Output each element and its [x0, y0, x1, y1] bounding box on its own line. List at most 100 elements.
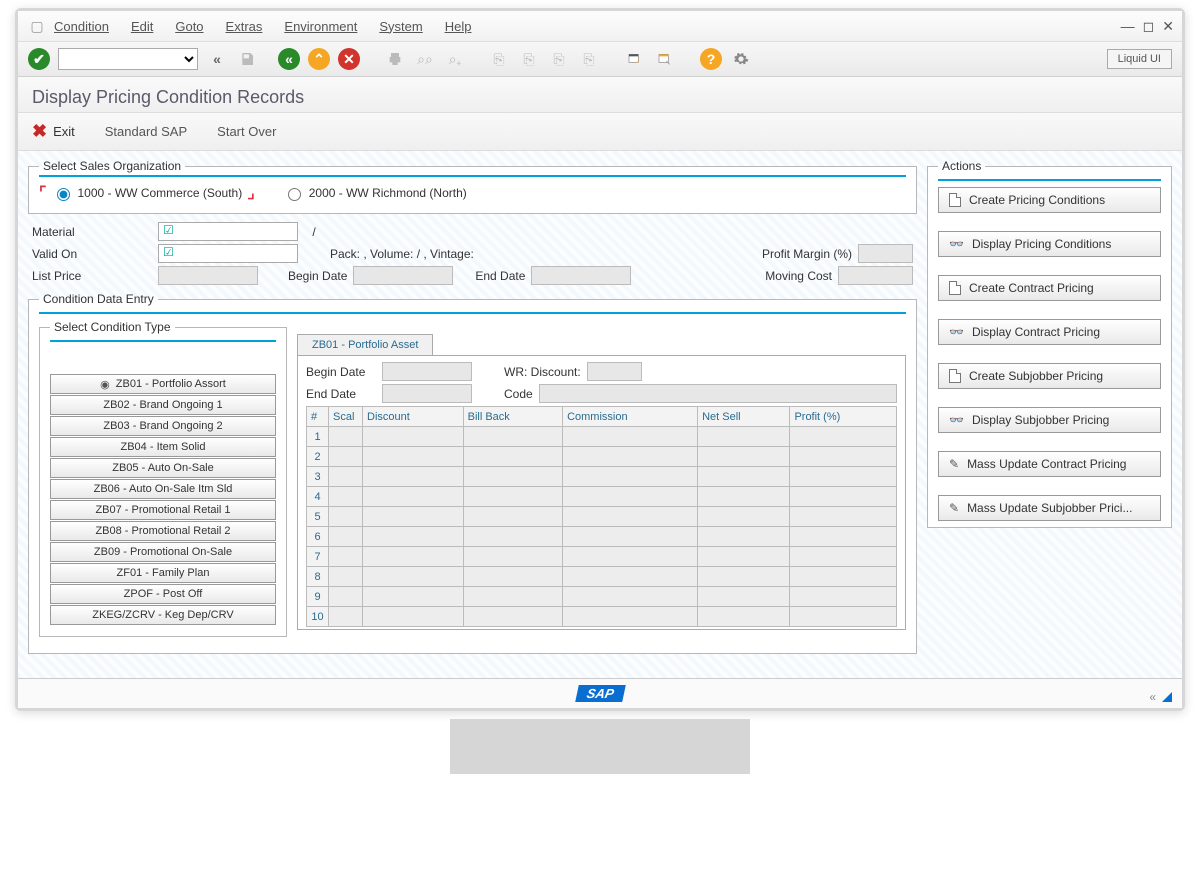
action-label: Create Subjobber Pricing — [969, 369, 1103, 383]
glasses-icon: 👓 — [949, 237, 964, 251]
menu-environment[interactable]: Environment — [284, 19, 357, 34]
condition-type-zb09[interactable]: ZB09 - Promotional On-Sale — [50, 542, 276, 562]
grid-col--[interactable]: # — [307, 407, 329, 427]
menu-extras[interactable]: Extras — [226, 19, 263, 34]
moving-cost-output — [838, 266, 913, 285]
screen-title: Display Pricing Condition Records — [18, 77, 1182, 113]
condition-type-zb07[interactable]: ZB07 - Promotional Retail 1 — [50, 500, 276, 520]
document-icon — [949, 193, 961, 207]
grid-col-scal[interactable]: Scal — [329, 407, 363, 427]
sales-org-1000-radio[interactable] — [57, 188, 70, 201]
grid-row[interactable]: 9 — [307, 587, 897, 607]
app-window: ▢ Condition Edit Goto Extras Environment… — [15, 8, 1185, 711]
action-label: Display Contract Pricing — [972, 325, 1100, 339]
condition-type-zb03[interactable]: ZB03 - Brand Ongoing 2 — [50, 416, 276, 436]
condition-type-zb05[interactable]: ZB05 - Auto On-Sale — [50, 458, 276, 478]
save-icon[interactable] — [236, 48, 258, 70]
grid-row[interactable]: 5 — [307, 507, 897, 527]
action-label: Create Pricing Conditions — [969, 193, 1105, 207]
actions-group: Actions Create Pricing Conditions👓Displa… — [927, 159, 1172, 528]
menu-help[interactable]: Help — [445, 19, 472, 34]
moving-cost-label: Moving Cost — [765, 269, 832, 283]
entry-end-label: End Date — [306, 387, 376, 401]
statusbar: SAP « — [18, 678, 1182, 708]
shortcut-icon[interactable] — [654, 48, 676, 70]
page-next-icon[interactable]: ⎘ — [548, 48, 570, 70]
settings-icon[interactable] — [730, 48, 752, 70]
grid-row[interactable]: 8 — [307, 567, 897, 587]
entry-begin-input[interactable] — [382, 362, 472, 381]
condition-type-zb02[interactable]: ZB02 - Brand Ongoing 1 — [50, 395, 276, 415]
sap-logo: SAP — [575, 685, 625, 702]
close-button[interactable]: ✕ — [1162, 18, 1174, 35]
liquid-ui-button[interactable]: Liquid UI — [1107, 49, 1172, 69]
action-mass-update-contract-pricing[interactable]: ✎Mass Update Contract Pricing — [938, 451, 1161, 477]
action-mass-update-subjobber-prici-[interactable]: ✎Mass Update Subjobber Prici... — [938, 495, 1161, 521]
valid-on-input[interactable]: ☑ — [158, 244, 298, 263]
entry-code-input[interactable] — [539, 384, 897, 403]
grid-row[interactable]: 2 — [307, 447, 897, 467]
back-icon[interactable]: « — [278, 48, 300, 70]
condition-tab[interactable]: ZB01 - Portfolio Asset — [297, 334, 433, 355]
condition-type-zb06[interactable]: ZB06 - Auto On-Sale Itm Sld — [50, 479, 276, 499]
sales-org-2000-radio[interactable] — [288, 188, 301, 201]
action-display-pricing-conditions[interactable]: 👓Display Pricing Conditions — [938, 231, 1161, 257]
help-icon[interactable]: ? — [700, 48, 722, 70]
condition-type-zb01[interactable]: ZB01 - Portfolio Assort — [50, 374, 276, 394]
profit-margin-label: Profit Margin (%) — [762, 247, 852, 261]
standard-sap-button[interactable]: Standard SAP — [105, 124, 187, 139]
expand-chevrons-icon[interactable]: « — [1149, 690, 1156, 704]
grid-row[interactable]: 3 — [307, 467, 897, 487]
grid-row[interactable]: 4 — [307, 487, 897, 507]
page-first-icon[interactable]: ⎘ — [488, 48, 510, 70]
begin-date-label: Begin Date — [288, 269, 347, 283]
grid-row[interactable]: 1 — [307, 427, 897, 447]
grid-col-discount[interactable]: Discount — [363, 407, 464, 427]
monitor-stand — [450, 719, 750, 774]
page-prev-icon[interactable]: ⎘ — [518, 48, 540, 70]
condition-type-zb04[interactable]: ZB04 - Item Solid — [50, 437, 276, 457]
page-last-icon[interactable]: ⎘ — [578, 48, 600, 70]
cancel-icon[interactable]: ✕ — [338, 48, 360, 70]
grid-row[interactable]: 7 — [307, 547, 897, 567]
resize-grip-icon[interactable] — [1162, 692, 1172, 702]
material-input[interactable]: ☑ — [158, 222, 298, 241]
back-chevrons-icon[interactable]: « — [206, 48, 228, 70]
entry-grid[interactable]: #ScalDiscountBill BackCommissionNet Sell… — [306, 406, 897, 627]
exit-button[interactable]: ✖ Exit — [32, 121, 75, 142]
print-icon[interactable] — [384, 48, 406, 70]
minimize-button[interactable]: — — [1121, 18, 1135, 35]
maximize-button[interactable]: ◻ — [1143, 18, 1155, 35]
grid-col-profit-[interactable]: Profit (%) — [790, 407, 897, 427]
menu-goto[interactable]: Goto — [175, 19, 203, 34]
menu-condition[interactable]: Condition — [54, 19, 109, 34]
actions-legend: Actions — [938, 159, 985, 173]
start-over-button[interactable]: Start Over — [217, 124, 276, 139]
grid-col-net-sell[interactable]: Net Sell — [698, 407, 790, 427]
command-field[interactable] — [58, 48, 198, 70]
find-next-icon[interactable]: ⌕₊ — [444, 48, 466, 70]
condition-type-zkeg/zcrv[interactable]: ZKEG/ZCRV - Keg Dep/CRV — [50, 605, 276, 625]
condition-type-zb08[interactable]: ZB08 - Promotional Retail 2 — [50, 521, 276, 541]
enter-icon[interactable]: ✔ — [28, 48, 50, 70]
up-icon[interactable]: ⌃ — [308, 48, 330, 70]
grid-row[interactable]: 6 — [307, 527, 897, 547]
list-price-label: List Price — [32, 269, 152, 283]
action-label: Display Subjobber Pricing — [972, 413, 1109, 427]
action-create-pricing-conditions[interactable]: Create Pricing Conditions — [938, 187, 1161, 213]
menu-edit[interactable]: Edit — [131, 19, 153, 34]
grid-col-commission[interactable]: Commission — [563, 407, 698, 427]
condition-type-zf01[interactable]: ZF01 - Family Plan — [50, 563, 276, 583]
grid-col-bill-back[interactable]: Bill Back — [463, 407, 562, 427]
condition-type-zpof[interactable]: ZPOF - Post Off — [50, 584, 276, 604]
action-display-subjobber-pricing[interactable]: 👓Display Subjobber Pricing — [938, 407, 1161, 433]
entry-end-input[interactable] — [382, 384, 472, 403]
action-create-contract-pricing[interactable]: Create Contract Pricing — [938, 275, 1161, 301]
action-display-contract-pricing[interactable]: 👓Display Contract Pricing — [938, 319, 1161, 345]
pencil-icon: ✎ — [949, 501, 959, 515]
action-create-subjobber-pricing[interactable]: Create Subjobber Pricing — [938, 363, 1161, 389]
menu-system[interactable]: System — [379, 19, 422, 34]
grid-row[interactable]: 10 — [307, 607, 897, 627]
find-icon[interactable]: ⌕⌕ — [414, 48, 436, 70]
new-session-icon[interactable] — [624, 48, 646, 70]
